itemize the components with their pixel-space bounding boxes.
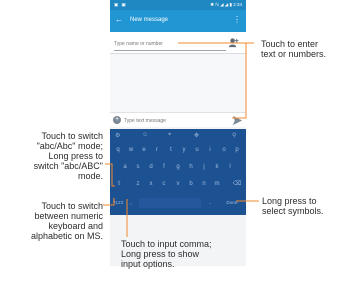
cursor-key-icon[interactable]: ⌖ xyxy=(168,132,171,139)
key-j[interactable]: j xyxy=(198,160,210,174)
shift-key-icon[interactable]: ⇧ xyxy=(113,177,125,191)
key-h[interactable]: h xyxy=(185,160,197,174)
key-k[interactable]: k xyxy=(211,160,223,174)
key-e[interactable]: e xyxy=(138,143,150,157)
done-key[interactable]: Done xyxy=(222,196,242,210)
arrow-left-icon[interactable]: ← xyxy=(115,15,123,24)
more-vert-icon[interactable]: ⋮ xyxy=(233,15,241,24)
soft-keyboard: ⚙ ☺ ⌖ ✥ ⚲ q w e r t y u i o p a s d f g … xyxy=(110,129,246,215)
annotation-enter-text: Touch to enter text or numbers. xyxy=(261,39,327,59)
person-add-icon[interactable] xyxy=(228,37,239,48)
annotation-switch-mode: Touch to switch "abc/Abc" mode; Long pre… xyxy=(33,131,103,181)
move-key-icon[interactable]: ✥ xyxy=(194,132,199,139)
key-w[interactable]: w xyxy=(125,143,137,157)
key-r[interactable]: r xyxy=(151,143,163,157)
status-left-icons: ▣ ▣ xyxy=(114,2,127,7)
compose-bar: + xyxy=(110,112,246,127)
annotation-comma: Touch to input comma; Long press to show… xyxy=(121,239,212,269)
recipient-row xyxy=(110,32,246,54)
phone-screen: ▣ ▣ ✱ ℕ ◢ ◢ ▮ 2:34 ← New message ⋮ + ⚙ ☺… xyxy=(110,0,246,266)
send-icon[interactable] xyxy=(232,115,243,126)
keyboard-suggestion-row: ⚙ ☺ ⌖ ✥ ⚲ xyxy=(110,129,246,142)
key-t[interactable]: t xyxy=(165,143,177,157)
key-g[interactable]: g xyxy=(172,160,184,174)
recipient-underline xyxy=(114,50,226,51)
key-y[interactable]: y xyxy=(178,143,190,157)
key-u[interactable]: u xyxy=(191,143,203,157)
annotation-switch-keyboard: Touch to switch between numeric keyboard… xyxy=(30,201,103,241)
add-attachment-icon[interactable]: + xyxy=(113,116,121,124)
key-o[interactable]: o xyxy=(218,143,230,157)
numeric-switch-key[interactable]: ?123 xyxy=(111,196,125,210)
period-key[interactable]: . xyxy=(205,196,215,210)
key-b[interactable]: b xyxy=(185,177,197,191)
settings-key-icon[interactable]: ⚙ xyxy=(115,132,120,139)
recipient-input[interactable] xyxy=(114,40,222,48)
key-a[interactable]: a xyxy=(119,160,131,174)
key-q[interactable]: q xyxy=(112,143,124,157)
key-i[interactable]: i xyxy=(204,143,216,157)
backspace-key-icon[interactable]: ⌫ xyxy=(231,177,243,191)
key-d[interactable]: d xyxy=(145,160,157,174)
key-f[interactable]: f xyxy=(158,160,170,174)
key-v[interactable]: v xyxy=(172,177,184,191)
message-input[interactable] xyxy=(124,117,206,125)
emoji-key-icon[interactable]: ☺ xyxy=(142,132,148,138)
keyboard-row-1: q w e r t y u i o p xyxy=(110,143,246,157)
key-l[interactable]: l xyxy=(224,160,236,174)
key-c[interactable]: c xyxy=(158,177,170,191)
keyboard-row-2: a s d f g h j k l xyxy=(110,160,246,174)
keyboard-row-3: ⇧ z x c v b n m ⌫ xyxy=(110,177,246,191)
comma-key[interactable]: , xyxy=(126,196,136,210)
annotation-symbols: Long press to select symbols. xyxy=(262,196,324,216)
key-z[interactable]: z xyxy=(132,177,144,191)
key-p[interactable]: p xyxy=(231,143,243,157)
page-title: New message xyxy=(130,17,169,23)
keyboard-row-4: ?123 , . Done xyxy=(110,196,246,210)
app-bar: ← New message ⋮ xyxy=(110,10,246,32)
status-right-icons: ✱ ℕ ◢ ◢ ▮ 2:34 xyxy=(210,2,242,7)
key-x[interactable]: x xyxy=(145,177,157,191)
key-n[interactable]: n xyxy=(198,177,210,191)
status-bar: ▣ ▣ ✱ ℕ ◢ ◢ ▮ 2:34 xyxy=(110,0,246,10)
space-bar[interactable] xyxy=(139,198,201,208)
key-s[interactable]: s xyxy=(132,160,144,174)
message-thread-area xyxy=(110,54,246,112)
key-m[interactable]: m xyxy=(211,177,223,191)
mic-key-icon[interactable]: ⚲ xyxy=(232,132,236,139)
